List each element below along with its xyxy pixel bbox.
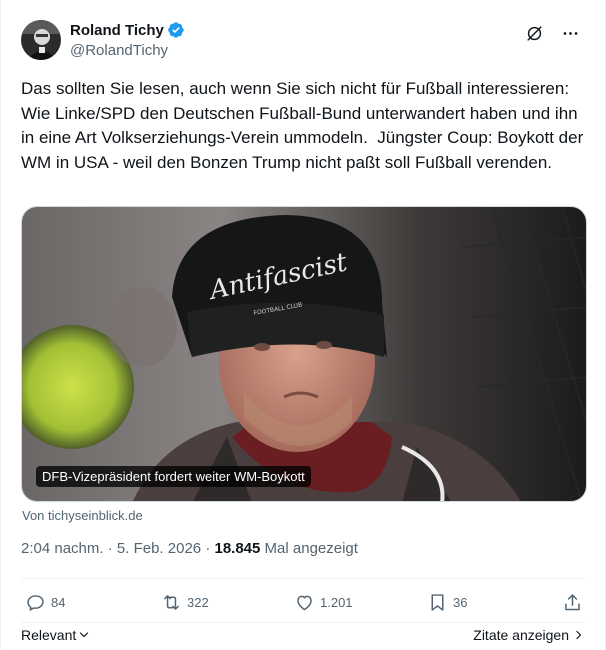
action-bar: 84 322 1.201 36 bbox=[21, 590, 585, 618]
relevant-label: Relevant bbox=[21, 627, 77, 643]
more-icon[interactable] bbox=[555, 18, 585, 48]
view-quotes-label: Zitate anzeigen bbox=[473, 627, 569, 643]
bookmark-icon bbox=[431, 594, 444, 611]
view-count: 18.845 bbox=[214, 540, 261, 557]
reply-count: 84 bbox=[51, 595, 66, 610]
tweet: Roland Tichy @RolandTichy Das sollten Si… bbox=[0, 0, 606, 650]
tweet-meta: 2:04 nachm. · 5. Feb. 2026 · 18.845 Mal … bbox=[21, 540, 358, 557]
like-button[interactable]: 1.201 bbox=[294, 592, 353, 613]
tweet-date[interactable]: 5. Feb. 2026 bbox=[117, 540, 201, 557]
chevron-down-icon bbox=[80, 632, 89, 638]
verified-badge-icon bbox=[167, 21, 185, 39]
card-image: Antifascist FOOTBALL CLUB bbox=[22, 207, 586, 501]
author-handle[interactable]: @RolandTichy bbox=[70, 42, 185, 59]
header-actions bbox=[519, 18, 585, 48]
card-caption: DFB-Vizepräsident fordert weiter WM-Boyk… bbox=[36, 466, 311, 487]
author-names: Roland Tichy @RolandTichy bbox=[70, 21, 185, 59]
repost-count: 322 bbox=[187, 595, 209, 610]
divider bbox=[21, 622, 585, 623]
meta-separator: · bbox=[107, 540, 113, 557]
tweet-time[interactable]: 2:04 nachm. bbox=[21, 540, 104, 557]
chevron-right-icon bbox=[576, 630, 582, 640]
reply-icon bbox=[27, 595, 44, 611]
like-icon bbox=[297, 595, 312, 611]
meta-separator: · bbox=[205, 540, 211, 557]
bookmark-count: 36 bbox=[453, 595, 468, 610]
divider bbox=[21, 578, 585, 579]
share-icon bbox=[565, 594, 580, 611]
avatar[interactable] bbox=[21, 20, 61, 60]
tweet-footer: Relevant Zitate anzeigen bbox=[21, 624, 585, 646]
reply-button[interactable]: 84 bbox=[25, 592, 65, 613]
relevant-sort-button[interactable]: Relevant bbox=[21, 627, 90, 643]
card-source-link[interactable]: Von tichyseinblick.de bbox=[22, 508, 143, 523]
like-count: 1.201 bbox=[320, 595, 353, 610]
view-quotes-link[interactable]: Zitate anzeigen bbox=[473, 627, 585, 643]
author-display-name[interactable]: Roland Tichy bbox=[70, 22, 164, 39]
repost-icon bbox=[164, 595, 179, 610]
share-button[interactable] bbox=[562, 592, 583, 613]
grok-icon[interactable] bbox=[519, 18, 549, 48]
bookmark-button[interactable]: 36 bbox=[427, 592, 467, 613]
link-card[interactable]: Antifascist FOOTBALL CLUB DFB-Vizepräsid… bbox=[21, 206, 587, 502]
views-label: Mal angezeigt bbox=[264, 540, 358, 557]
tweet-header: Roland Tichy @RolandTichy bbox=[21, 18, 585, 62]
repost-button[interactable]: 322 bbox=[161, 592, 209, 613]
tweet-text: Das sollten Sie lesen, auch wenn Sie sic… bbox=[21, 79, 588, 172]
